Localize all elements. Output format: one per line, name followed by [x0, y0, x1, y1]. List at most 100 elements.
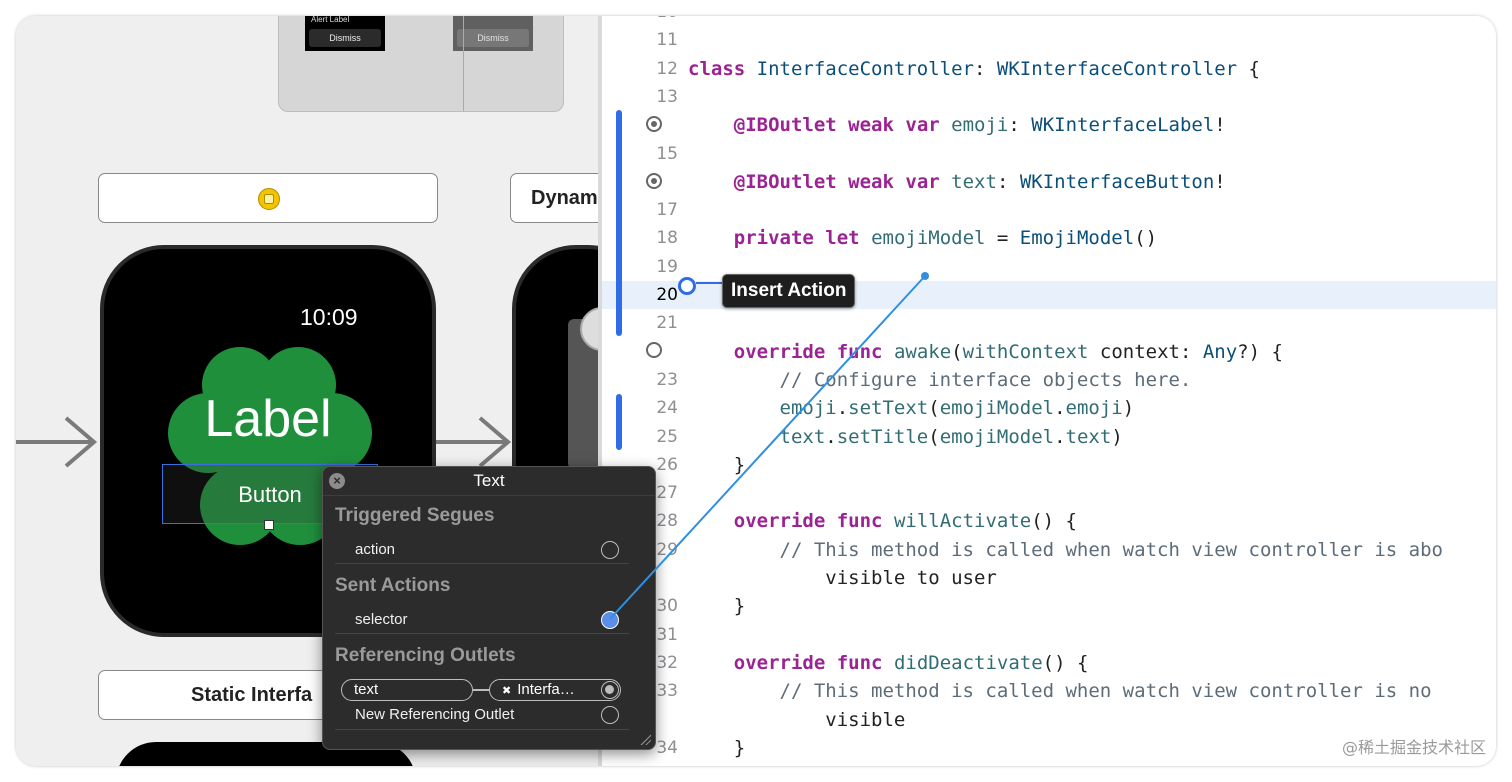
- code-text: // Configure interface objects here.: [779, 368, 1192, 391]
- card-divider: [463, 16, 464, 111]
- action-item-selector: selector: [355, 611, 408, 628]
- code-line[interactable]: @IBOutlet weak var emoji: WKInterfaceLab…: [602, 111, 1496, 139]
- action-empty-icon[interactable]: [646, 342, 662, 358]
- dismiss-button-left[interactable]: Dismiss: [309, 29, 381, 47]
- section-heading-segues: Triggered Segues: [335, 505, 495, 526]
- code-text: override func willActivate() {: [733, 510, 1077, 533]
- separator: [335, 729, 629, 730]
- watch-time: 10:09: [300, 304, 358, 330]
- scene-title-static-label: Static Interfa: [191, 684, 313, 706]
- line-number: 21: [656, 313, 678, 334]
- code-line[interactable]: visible: [602, 706, 1496, 734]
- watch-label[interactable]: Label: [104, 389, 432, 449]
- code-line[interactable]: 27: [602, 479, 1496, 507]
- outlet-connected-icon[interactable]: [646, 116, 662, 132]
- line-number: 15: [656, 143, 678, 164]
- code-text: override func awake(withContext context:…: [733, 340, 1283, 363]
- alert-label: Alert Label: [311, 16, 350, 24]
- code-line[interactable]: visible to user: [602, 564, 1496, 592]
- line-number: 23: [656, 369, 678, 390]
- code-editor[interactable]: 10 11 12 class InterfaceController: WKInter…: [602, 16, 1496, 766]
- segue-item-action: action: [355, 541, 396, 558]
- code-line[interactable]: 17: [602, 196, 1496, 224]
- outlet-pill-text[interactable]: text: [341, 679, 473, 701]
- scene-title-dynamic[interactable]: Dynam: [510, 173, 598, 223]
- mini-screen-right: Dismiss: [453, 16, 533, 51]
- separator: [335, 633, 629, 634]
- scene-title-dynamic-label: Dynam: [531, 187, 598, 209]
- code-line[interactable]: @IBOutlet weak var text: WKInterfaceButt…: [602, 168, 1496, 196]
- code-line[interactable]: 31: [602, 621, 1496, 649]
- connection-ring-new-outlet[interactable]: [601, 706, 619, 724]
- line-number: 13: [656, 86, 678, 107]
- separator: [335, 563, 629, 564]
- line-number: 19: [656, 256, 678, 277]
- code-text: visible to user: [688, 567, 997, 589]
- resize-grip-icon[interactable]: [639, 733, 651, 745]
- notification-scene-card[interactable]: Alert Label Dismiss Dismiss: [278, 16, 564, 112]
- code-line[interactable]: 13: [602, 83, 1496, 111]
- line-number: 24: [656, 398, 678, 419]
- close-icon[interactable]: ×: [329, 473, 345, 489]
- code-text: @IBOutlet weak var text: WKInterfaceButt…: [733, 170, 1226, 193]
- connection-ring-action[interactable]: [601, 541, 619, 559]
- line-number: 11: [656, 30, 678, 51]
- code-text: // This method is called when watch view…: [779, 538, 1443, 561]
- code-line[interactable]: 28 override func willActivate() {: [602, 507, 1496, 535]
- connection-ring-text[interactable]: [601, 681, 619, 699]
- outlet-link-line: [473, 689, 489, 691]
- remove-connection-icon[interactable]: ✖: [502, 685, 511, 697]
- code-text: class InterfaceController: WKInterfaceCo…: [688, 57, 1260, 80]
- code-line[interactable]: override func awake(withContext context:…: [602, 338, 1496, 366]
- line-number: 25: [656, 426, 678, 447]
- code-line[interactable]: 21: [602, 309, 1496, 337]
- popup-title: Text: [323, 467, 655, 496]
- line-number: 17: [656, 200, 678, 221]
- code-line[interactable]: 24 emoji.setText(emojiModel.emoji): [602, 394, 1496, 422]
- code-line[interactable]: 23 // Configure interface objects here.: [602, 366, 1496, 394]
- section-heading-sent-actions: Sent Actions: [335, 575, 451, 596]
- code-text: // This method is called when watch view…: [779, 680, 1432, 703]
- code-text: }: [688, 453, 746, 476]
- code-line[interactable]: 15: [602, 140, 1496, 168]
- line-number: 18: [656, 228, 678, 249]
- code-line[interactable]: 18 private let emojiModel = EmojiModel(): [602, 224, 1496, 252]
- segue-arrow-middle: [436, 416, 512, 468]
- dismiss-button-right[interactable]: Dismiss: [457, 29, 529, 47]
- scene-title-main[interactable]: [98, 173, 438, 223]
- insert-connection-knob: [678, 277, 696, 295]
- connections-popup[interactable]: Text × Triggered Segues action Sent Acti…: [322, 466, 656, 750]
- line-number: 20: [656, 285, 678, 305]
- storyboard-entry-icon: [258, 188, 280, 210]
- code-line[interactable]: 32 override func didDeactivate() {: [602, 649, 1496, 677]
- line-number: 12: [656, 58, 678, 79]
- code-line[interactable]: 11: [602, 26, 1496, 54]
- outlet-pill-target-label: Interfa…: [517, 681, 575, 698]
- code-line[interactable]: 10: [602, 16, 1496, 26]
- code-line[interactable]: 25 text.setTitle(emojiModel.text): [602, 423, 1496, 451]
- insert-connection-stem: [696, 282, 722, 284]
- outlet-pill-text-label: text: [354, 681, 379, 698]
- section-heading-outlets: Referencing Outlets: [335, 645, 516, 666]
- code-text: override func didDeactivate() {: [733, 651, 1089, 674]
- code-text: text.setTitle(emojiModel.text): [779, 425, 1123, 448]
- outlet-connected-icon[interactable]: [646, 173, 662, 189]
- code-text: emoji.setText(emojiModel.emoji): [779, 397, 1135, 420]
- code-text: }: [688, 736, 746, 759]
- selection-handle[interactable]: [264, 520, 274, 530]
- segue-arrow-left: [16, 416, 98, 468]
- change-bar-bottom: [616, 394, 622, 450]
- code-line[interactable]: 29 // This method is called when watch v…: [602, 536, 1496, 564]
- scene-title-static[interactable]: Static Interfa: [98, 670, 330, 720]
- connection-ring-selector[interactable]: [601, 611, 619, 629]
- code-text: visible: [688, 708, 906, 731]
- code-line[interactable]: 26 }: [602, 451, 1496, 479]
- code-text: private let emojiModel = EmojiModel(): [733, 227, 1158, 250]
- code-line[interactable]: 30 }: [602, 592, 1496, 620]
- new-referencing-outlet: New Referencing Outlet: [355, 706, 515, 723]
- code-line[interactable]: 33 // This method is called when watch v…: [602, 677, 1496, 705]
- watermark: @稀土掘金技术社区: [1341, 738, 1486, 757]
- code-line[interactable]: 12 class InterfaceController: WKInterface…: [602, 55, 1496, 83]
- line-number: 10: [630, 16, 678, 26]
- mini-screen-left: Alert Label Dismiss: [305, 16, 385, 51]
